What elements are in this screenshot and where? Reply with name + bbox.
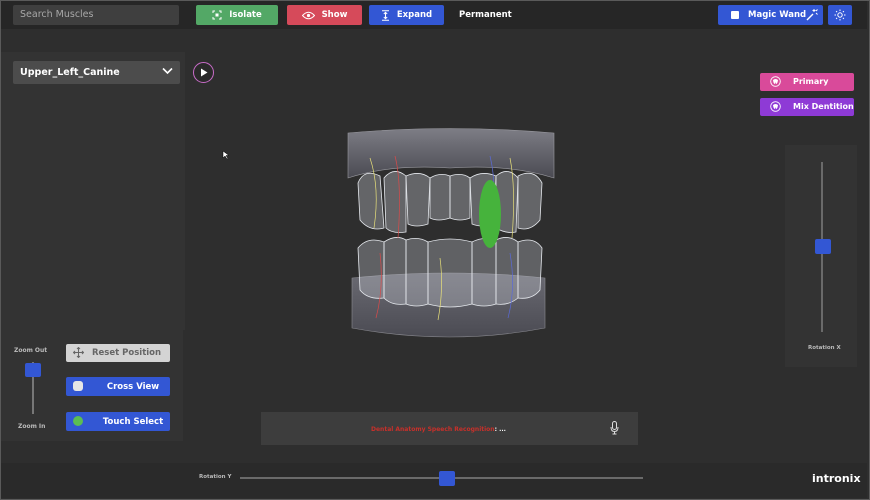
chevron-down-icon: [162, 67, 173, 75]
move-icon: [73, 347, 84, 358]
primary-button[interactable]: Primary: [760, 73, 854, 91]
bottom-bar: [1, 463, 867, 498]
tooth-icon: [770, 101, 781, 112]
status-text: Dental Anatomy Speech Recognition: [371, 426, 495, 433]
touch-select-button[interactable]: Touch Select: [66, 412, 170, 431]
magic-wand-icon: [806, 9, 818, 21]
zoom-in-label: Zoom In: [18, 423, 46, 430]
expand-label: Expand: [396, 10, 433, 20]
upper-teeth: [357, 171, 543, 233]
cross-view-label: Cross View: [106, 382, 160, 392]
play-button[interactable]: [193, 62, 214, 83]
isolate-label: Isolate: [229, 10, 262, 20]
mouse-cursor-icon: [222, 150, 230, 160]
touch-select-label: Touch Select: [102, 417, 164, 427]
play-icon: [200, 68, 207, 77]
cross-view-button[interactable]: Cross View: [66, 377, 170, 396]
zoom-slider-thumb[interactable]: [25, 363, 41, 377]
magic-wand-label: Magic Wand: [748, 10, 807, 20]
magic-wand-button[interactable]: Magic Wand: [718, 5, 823, 25]
status-ellipsis: : ...: [494, 426, 506, 433]
muscle-select[interactable]: Upper_Left_Canine: [13, 61, 180, 84]
mode-label[interactable]: Permanent: [459, 10, 512, 20]
isolate-icon: [212, 10, 222, 20]
microphone-icon[interactable]: [610, 421, 619, 435]
tooth-icon: [770, 76, 781, 87]
selected-tooth-highlight[interactable]: [479, 180, 501, 248]
sun-icon: [834, 9, 846, 21]
rotation-x-slider-thumb[interactable]: [815, 239, 831, 254]
expand-icon: [381, 9, 389, 21]
speech-status-bar: Dental Anatomy Speech Recognition: ...: [261, 412, 638, 445]
reset-position-label: Reset Position: [92, 348, 162, 358]
brand-logo: intronix: [812, 472, 861, 485]
search-placeholder: Search Muscles: [20, 9, 94, 20]
left-panel: [1, 52, 185, 330]
show-label: Show: [321, 10, 348, 20]
mix-dentition-label: Mix Dentition: [793, 102, 854, 111]
eye-icon: [301, 11, 315, 19]
magic-wand-checkbox[interactable]: [731, 11, 739, 19]
mix-dentition-button[interactable]: Mix Dentition: [760, 98, 854, 116]
primary-label: Primary: [793, 77, 829, 86]
upper-jaw-base: [347, 128, 555, 179]
expand-button[interactable]: Expand: [369, 5, 444, 25]
selected-muscle: Upper_Left_Canine: [20, 67, 120, 78]
dental-model-viewport[interactable]: [340, 128, 560, 348]
search-input[interactable]: Search Muscles: [13, 5, 179, 25]
rotation-y-label: Rotation Y: [199, 474, 232, 480]
isolate-button[interactable]: Isolate: [196, 5, 278, 25]
lower-teeth: [357, 237, 543, 308]
reset-position-button[interactable]: Reset Position: [66, 344, 170, 362]
rotation-x-label: Rotation X: [808, 345, 841, 351]
status-message: Dental Anatomy Speech Recognition: ...: [371, 426, 506, 433]
zoom-out-label: Zoom Out: [14, 347, 48, 354]
settings-button[interactable]: [828, 5, 852, 25]
show-button[interactable]: Show: [287, 5, 362, 25]
rotation-y-slider-thumb[interactable]: [439, 471, 455, 486]
